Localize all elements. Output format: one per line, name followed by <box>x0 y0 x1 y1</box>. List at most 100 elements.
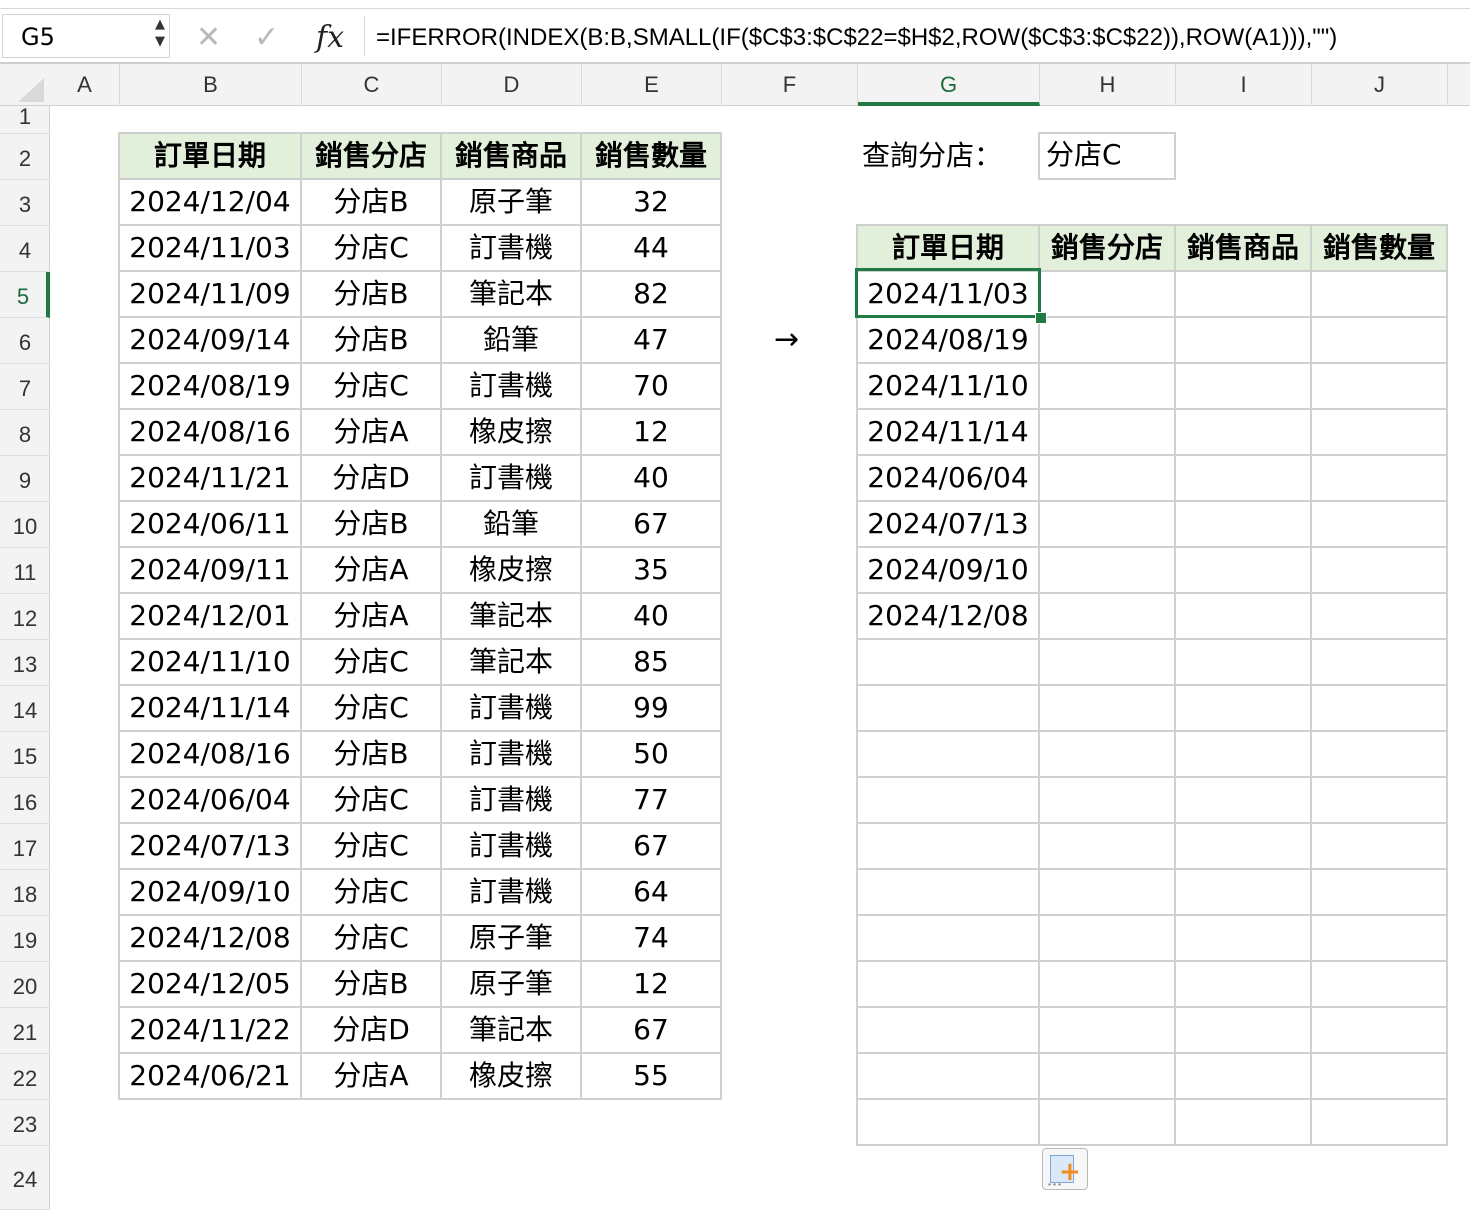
result-table-cell[interactable] <box>1176 962 1312 1008</box>
source-table-cell[interactable]: 筆記本 <box>442 594 582 640</box>
paste-options-button[interactable]: + ∙∙∙ <box>1042 1148 1088 1190</box>
source-table-cell[interactable]: 64 <box>582 870 722 916</box>
source-table-header-cell[interactable]: 銷售數量 <box>582 134 722 180</box>
source-table-cell[interactable]: 74 <box>582 916 722 962</box>
result-table-cell[interactable] <box>858 962 1040 1008</box>
result-table-cell[interactable] <box>858 916 1040 962</box>
source-table-cell[interactable]: 原子筆 <box>442 180 582 226</box>
result-table-cell[interactable] <box>1312 640 1448 686</box>
result-table-cell[interactable] <box>1040 318 1176 364</box>
result-table-cell[interactable] <box>1312 824 1448 870</box>
result-table-cell[interactable] <box>1040 594 1176 640</box>
column-header-f[interactable]: F <box>722 64 858 106</box>
result-table-cell[interactable] <box>1040 548 1176 594</box>
result-table-cell[interactable] <box>1312 410 1448 456</box>
source-table-cell[interactable]: 2024/11/14 <box>120 686 302 732</box>
row-header-14[interactable]: 14 <box>0 686 50 732</box>
result-table-cell[interactable] <box>1176 778 1312 824</box>
source-table-cell[interactable]: 82 <box>582 272 722 318</box>
source-table-cell[interactable]: 筆記本 <box>442 640 582 686</box>
row-header-23[interactable]: 23 <box>0 1100 50 1146</box>
source-table-cell[interactable]: 分店A <box>302 548 442 594</box>
source-table-cell[interactable]: 分店D <box>302 456 442 502</box>
source-table-cell[interactable]: 2024/12/04 <box>120 180 302 226</box>
result-table-cell[interactable] <box>1176 410 1312 456</box>
result-table-cell[interactable] <box>858 824 1040 870</box>
row-header-20[interactable]: 20 <box>0 962 50 1008</box>
source-table-cell[interactable]: 分店C <box>302 364 442 410</box>
column-header-h[interactable]: H <box>1040 64 1176 106</box>
row-header-18[interactable]: 18 <box>0 870 50 916</box>
result-table-cell[interactable] <box>1040 364 1176 410</box>
result-table-cell[interactable]: 2024/07/13 <box>858 502 1040 548</box>
result-table-header-cell[interactable]: 訂單日期 <box>858 226 1040 272</box>
row-header-11[interactable]: 11 <box>0 548 50 594</box>
result-table-cell[interactable] <box>1176 502 1312 548</box>
result-table-cell[interactable] <box>1040 962 1176 1008</box>
name-box-dropdown-icon[interactable]: ▲ ▼ <box>155 16 165 50</box>
source-table-cell[interactable]: 訂書機 <box>442 732 582 778</box>
result-table-cell[interactable] <box>1040 272 1176 318</box>
source-table-cell[interactable]: 訂書機 <box>442 686 582 732</box>
result-table-cell[interactable] <box>858 732 1040 778</box>
result-table-cell[interactable] <box>1176 686 1312 732</box>
source-table-header-cell[interactable]: 銷售分店 <box>302 134 442 180</box>
source-table-cell[interactable]: 40 <box>582 456 722 502</box>
source-table-cell[interactable]: 2024/11/03 <box>120 226 302 272</box>
source-table-cell[interactable]: 訂書機 <box>442 226 582 272</box>
result-table-cell[interactable] <box>1176 364 1312 410</box>
source-table-cell[interactable]: 2024/09/11 <box>120 548 302 594</box>
result-table-cell[interactable] <box>1176 640 1312 686</box>
result-table-cell[interactable]: 2024/09/10 <box>858 548 1040 594</box>
source-table-cell[interactable]: 鉛筆 <box>442 318 582 364</box>
source-table-cell[interactable]: 12 <box>582 962 722 1008</box>
result-table-cell[interactable] <box>1312 916 1448 962</box>
row-header-2[interactable]: 2 <box>0 134 50 180</box>
result-table-cell[interactable] <box>858 686 1040 732</box>
source-table-cell[interactable]: 2024/11/10 <box>120 640 302 686</box>
source-table-cell[interactable]: 85 <box>582 640 722 686</box>
source-table-cell[interactable]: 分店C <box>302 686 442 732</box>
source-table-cell[interactable]: 分店B <box>302 180 442 226</box>
source-table-cell[interactable]: 67 <box>582 1008 722 1054</box>
source-table-cell[interactable]: 分店B <box>302 272 442 318</box>
source-table-cell[interactable]: 2024/06/04 <box>120 778 302 824</box>
result-table-cell[interactable] <box>1040 870 1176 916</box>
source-table-cell[interactable]: 鉛筆 <box>442 502 582 548</box>
row-header-3[interactable]: 3 <box>0 180 50 226</box>
result-table-cell[interactable]: 2024/12/08 <box>858 594 1040 640</box>
source-table-cell[interactable]: 分店B <box>302 502 442 548</box>
result-table-cell[interactable] <box>1312 1054 1448 1100</box>
result-table-cell[interactable] <box>1176 1008 1312 1054</box>
source-table-cell[interactable]: 橡皮擦 <box>442 1054 582 1100</box>
source-table-cell[interactable]: 2024/12/05 <box>120 962 302 1008</box>
column-header-d[interactable]: D <box>442 64 582 106</box>
source-table-cell[interactable]: 橡皮擦 <box>442 410 582 456</box>
source-table-cell[interactable]: 分店C <box>302 640 442 686</box>
result-table-cell[interactable] <box>1176 272 1312 318</box>
column-header-b[interactable]: B <box>120 64 302 106</box>
result-table-cell[interactable] <box>1312 962 1448 1008</box>
result-table-cell[interactable] <box>1040 824 1176 870</box>
source-table-cell[interactable]: 訂書機 <box>442 456 582 502</box>
result-table-cell[interactable] <box>1040 1100 1176 1146</box>
result-table-cell[interactable] <box>858 1054 1040 1100</box>
result-table-header-cell[interactable]: 銷售數量 <box>1312 226 1448 272</box>
column-header-e[interactable]: E <box>582 64 722 106</box>
source-table-cell[interactable]: 原子筆 <box>442 916 582 962</box>
row-header-13[interactable]: 13 <box>0 640 50 686</box>
result-table-cell[interactable] <box>1312 456 1448 502</box>
source-table-cell[interactable]: 50 <box>582 732 722 778</box>
row-header-7[interactable]: 7 <box>0 364 50 410</box>
row-header-12[interactable]: 12 <box>0 594 50 640</box>
source-table-cell[interactable]: 12 <box>582 410 722 456</box>
source-table-cell[interactable]: 原子筆 <box>442 962 582 1008</box>
query-value-cell[interactable]: 分店C <box>1038 132 1176 180</box>
result-table-cell[interactable] <box>1040 916 1176 962</box>
source-table-cell[interactable]: 分店A <box>302 594 442 640</box>
result-table-cell[interactable] <box>1312 686 1448 732</box>
source-table-cell[interactable]: 2024/08/16 <box>120 410 302 456</box>
result-table-header-cell[interactable]: 銷售分店 <box>1040 226 1176 272</box>
row-header-10[interactable]: 10 <box>0 502 50 548</box>
column-header-j[interactable]: J <box>1312 64 1448 106</box>
